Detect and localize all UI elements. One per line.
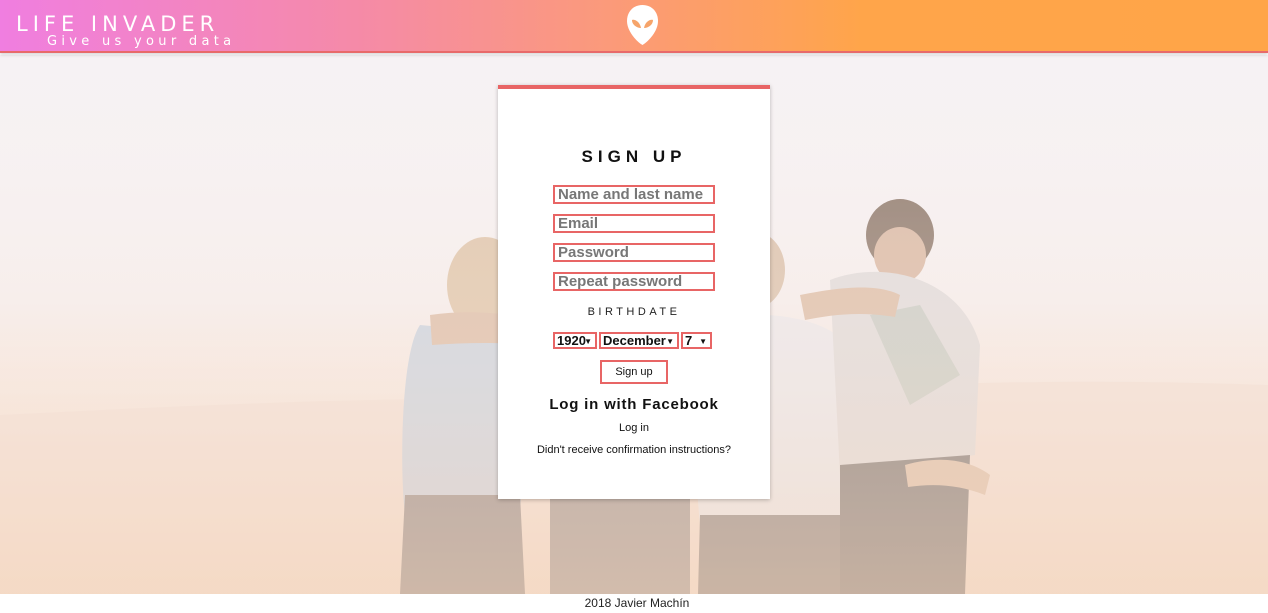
top-header: LIFE INVADER Give us your data [0,0,1268,53]
chevron-down-icon: ▼ [699,337,707,346]
signup-title: SIGN UP [581,147,687,166]
confirmation-instructions-link[interactable]: Didn't receive confirmation instructions… [498,444,770,456]
facebook-login-link[interactable]: Log in with Facebook [498,396,770,413]
birth-day-value: 7 [685,333,693,348]
repeat-password-field[interactable] [553,272,715,291]
login-link[interactable]: Log in [498,422,770,434]
birth-month-select[interactable]: December ▼ [599,332,679,349]
signup-button[interactable]: Sign up [600,360,668,384]
birth-year-value: 1920 [557,333,586,348]
alien-head-icon[interactable] [626,4,659,46]
signup-card: SIGN UP BIRTHDATE 1920 ▼ December ▼ 7 ▼ … [498,85,770,499]
password-field[interactable] [553,243,715,262]
birth-day-select[interactable]: 7 ▼ [681,332,712,349]
email-field[interactable] [553,214,715,233]
footer-credit: 2018 Javier Machín [584,596,690,610]
birth-month-value: December [603,333,666,348]
birthdate-label: BIRTHDATE [587,306,681,318]
name-field[interactable] [553,185,715,204]
brand-tagline: Give us your data [47,34,236,49]
chevron-down-icon: ▼ [666,337,674,346]
brand-title[interactable]: LIFE INVADER [16,14,219,35]
birth-year-select[interactable]: 1920 ▼ [553,332,597,349]
chevron-down-icon: ▼ [584,337,592,346]
